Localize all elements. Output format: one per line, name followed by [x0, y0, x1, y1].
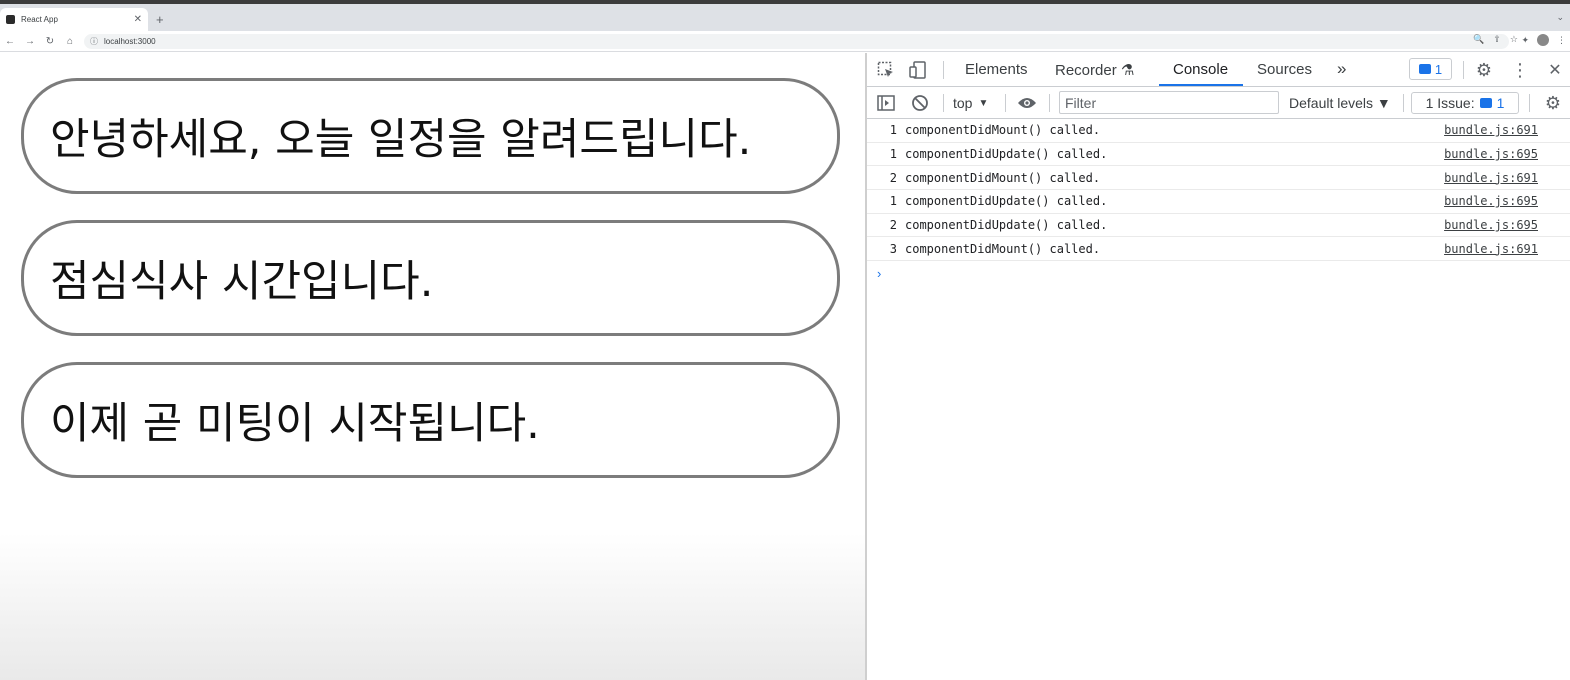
console-message: 1 componentDidUpdate() called. bundle.js…: [867, 143, 1570, 167]
separator: [1049, 94, 1050, 112]
console-toolbar: top ▼ Default levels ▼ 1 Issue: 1 ⚙: [867, 87, 1570, 119]
app-page: 안녕하세요, 오늘 일정을 알려드립니다. 점심식사 시간입니다. 이제 곧 미…: [0, 53, 865, 680]
repeat-count: 1: [889, 123, 897, 138]
clear-console-icon[interactable]: [909, 92, 931, 114]
profile-avatar[interactable]: [1537, 34, 1549, 46]
messages-badge-button[interactable]: 1: [1409, 58, 1452, 80]
repeat-count: 1: [889, 194, 897, 209]
source-link[interactable]: bundle.js:695: [1444, 147, 1538, 161]
separator: [1403, 94, 1404, 112]
tab-close-icon[interactable]: ✕: [134, 14, 142, 25]
tab-recorder[interactable]: Recorder ⚗: [1055, 61, 1134, 79]
context-label: top: [953, 95, 973, 111]
console-message: 1 componentDidMount() called. bundle.js:…: [867, 119, 1570, 143]
separator: [1529, 94, 1530, 112]
notification-card: 이제 곧 미팅이 시작됩니다.: [21, 362, 840, 478]
messages-count: 1: [1434, 61, 1443, 77]
browser-menu-icon[interactable]: ⋮: [1557, 35, 1566, 46]
notification-card: 점심식사 시간입니다.: [21, 220, 840, 336]
inspect-element-icon[interactable]: [875, 59, 897, 81]
repeat-count: 1: [889, 147, 897, 162]
repeat-count: 2: [889, 218, 897, 233]
tab-react-app[interactable]: React App ✕: [0, 8, 148, 31]
console-message: 2 componentDidMount() called. bundle.js:…: [867, 166, 1570, 191]
filter-input[interactable]: [1059, 91, 1279, 114]
devtools-panel: Elements Recorder ⚗ Console Sources » 1 …: [867, 53, 1570, 680]
notification-text: 이제 곧 미팅이 시작됩니다.: [50, 399, 540, 449]
react-favicon-icon: [6, 15, 15, 24]
bookmark-star-icon[interactable]: ☆: [1510, 34, 1518, 45]
tab-title: React App: [21, 15, 58, 24]
url-text: localhost:3000: [104, 37, 156, 46]
notification-text: 점심식사 시간입니다.: [50, 257, 434, 307]
tab-sources[interactable]: Sources: [1257, 61, 1312, 78]
repeat-count: 2: [889, 170, 897, 185]
message-icon: [1418, 64, 1431, 74]
tab-recorder-label: Recorder: [1055, 62, 1117, 79]
zoom-icon[interactable]: 🔍: [1473, 34, 1484, 45]
more-tabs-icon[interactable]: »: [1337, 59, 1346, 79]
console-message: 2 componentDidUpdate() called. bundle.js…: [867, 214, 1570, 238]
new-tab-button[interactable]: +: [156, 12, 164, 27]
issues-button[interactable]: 1 Issue: 1: [1411, 92, 1519, 114]
device-toolbar-icon[interactable]: [907, 59, 929, 81]
notification-text: 안녕하세요, 오늘 일정을 알려드립니다.: [50, 115, 752, 165]
tab-console[interactable]: Console: [1173, 61, 1228, 78]
tab-elements[interactable]: Elements: [965, 61, 1028, 78]
source-link[interactable]: bundle.js:695: [1444, 194, 1538, 208]
console-message: 1 componentDidUpdate() called. bundle.js…: [867, 190, 1570, 214]
console-settings-gear-icon[interactable]: ⚙: [1542, 92, 1564, 114]
home-icon[interactable]: ⌂: [60, 36, 80, 47]
back-arrow-icon[interactable]: ←: [0, 36, 20, 47]
prompt-chevron-icon: ›: [877, 265, 882, 281]
tab-strip: React App ✕ + ⌄: [0, 4, 1570, 31]
forward-arrow-icon[interactable]: →: [20, 36, 40, 47]
devtools-tab-bar: Elements Recorder ⚗ Console Sources » 1 …: [867, 53, 1570, 87]
console-prompt[interactable]: ›: [867, 261, 1570, 285]
separator: [943, 61, 944, 79]
source-link[interactable]: bundle.js:691: [1444, 171, 1538, 185]
close-devtools-icon[interactable]: ✕: [1544, 59, 1566, 81]
flask-icon: ⚗: [1120, 62, 1135, 79]
notification-card: 안녕하세요, 오늘 일정을 알려드립니다.: [21, 78, 840, 194]
issue-message-icon: [1479, 98, 1492, 108]
context-selector[interactable]: top ▼: [953, 92, 988, 114]
tab-search-chevron-icon[interactable]: ⌄: [1556, 12, 1564, 23]
separator: [1005, 94, 1006, 112]
dropdown-arrow-icon: ▼: [978, 97, 989, 109]
source-link[interactable]: bundle.js:695: [1444, 218, 1538, 232]
address-bar[interactable]: ⓘ localhost:3000: [84, 34, 1509, 49]
source-link[interactable]: bundle.js:691: [1444, 123, 1538, 137]
separator: [1463, 61, 1464, 79]
more-options-icon[interactable]: ⋮: [1509, 59, 1531, 81]
console-log-list: 1 componentDidMount() called. bundle.js:…: [867, 119, 1570, 285]
reload-icon[interactable]: ↻: [40, 36, 60, 47]
separator: [943, 94, 944, 112]
site-info-icon[interactable]: ⓘ: [90, 36, 98, 47]
active-tab-indicator: [1159, 84, 1243, 86]
source-link[interactable]: bundle.js:691: [1444, 242, 1538, 256]
repeat-count: 3: [889, 241, 897, 256]
extensions-puzzle-icon[interactable]: ✦: [1521, 35, 1529, 46]
share-icon[interactable]: ⇪: [1493, 34, 1501, 45]
issues-label: 1 Issue:: [1425, 95, 1475, 111]
console-message: 3 componentDidMount() called. bundle.js:…: [867, 237, 1570, 262]
live-expression-eye-icon[interactable]: [1015, 92, 1039, 114]
issues-count: 1: [1496, 95, 1505, 111]
show-sidebar-icon[interactable]: [875, 92, 897, 114]
browser-toolbar: ← → ↻ ⌂ ⓘ localhost:3000 🔍 ⇪ ☆ ✦ ⋮: [0, 31, 1570, 52]
settings-gear-icon[interactable]: ⚙: [1473, 59, 1495, 81]
default-levels-dropdown[interactable]: Default levels ▼: [1289, 92, 1391, 114]
